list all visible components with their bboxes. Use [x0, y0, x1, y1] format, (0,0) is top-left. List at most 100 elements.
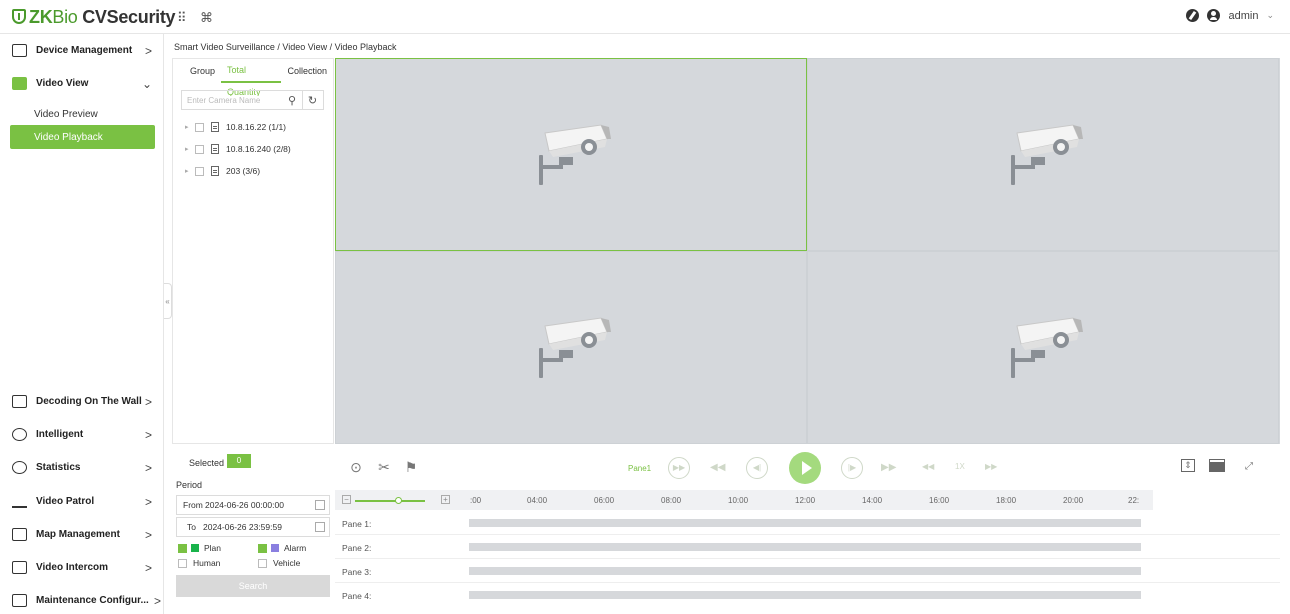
chevron-right-icon: >: [144, 394, 152, 409]
timeline-header: − + :00 04:00 06:00 08:00 10:00 12:00 14…: [335, 490, 1153, 510]
user-area: admin ⌄: [1186, 9, 1274, 22]
search-button[interactable]: Search: [176, 575, 330, 597]
chevron-right-icon: >: [144, 460, 152, 475]
selected-label: Selected: [189, 458, 225, 468]
user-avatar-icon[interactable]: [1207, 9, 1221, 22]
apps-grid-icon[interactable]: ⠿: [177, 10, 187, 26]
video-pane-1[interactable]: [335, 58, 807, 251]
calendar-icon[interactable]: [315, 500, 325, 510]
human-checkbox[interactable]: [178, 558, 187, 568]
caret-right-icon[interactable]: ▸: [185, 123, 195, 131]
tab-group[interactable]: Group: [184, 59, 221, 83]
tree-item[interactable]: ▸ 10.8.16.22 (1/1): [185, 120, 286, 134]
tree-checkbox[interactable]: [195, 166, 204, 176]
timeline-track[interactable]: [469, 519, 1141, 527]
slow-play-icon[interactable]: ▶▶: [668, 457, 690, 479]
calendar-icon[interactable]: [315, 522, 325, 532]
video-pane-4[interactable]: [807, 251, 1279, 444]
video-pane-3[interactable]: [335, 251, 807, 444]
speed-label: 1X: [955, 462, 965, 471]
fit-screen-icon[interactable]: ⇕: [1181, 459, 1195, 472]
plan-checkbox[interactable]: [178, 543, 187, 553]
fast-forward-icon[interactable]: ▶▶: [881, 462, 896, 473]
legend-plan[interactable]: Plan: [178, 542, 221, 554]
sidebar-item-video-view[interactable]: Video View ⌄: [0, 67, 164, 100]
clip-icon[interactable]: ✂: [376, 459, 392, 475]
to-date-field[interactable]: To 2024-06-26 23:59:59: [176, 517, 330, 537]
time-tick: 14:00: [862, 496, 883, 505]
search-icon[interactable]: ⚲: [282, 91, 302, 109]
tree-checkbox[interactable]: [195, 144, 204, 154]
compass-icon[interactable]: [1186, 9, 1200, 22]
chevron-right-icon: >: [144, 494, 152, 509]
refresh-icon[interactable]: ↻: [302, 91, 322, 109]
timeline-row[interactable]: Pane 2:: [335, 536, 1280, 559]
timeline-row[interactable]: Pane 1:: [335, 512, 1280, 535]
step-forward-icon[interactable]: |▶: [841, 457, 863, 479]
fullscreen-icon[interactable]: ⤢: [1241, 459, 1257, 475]
tab-total-quantity[interactable]: Total Quantity: [221, 59, 282, 97]
timeline-track[interactable]: [469, 591, 1141, 599]
device-icon: [211, 166, 219, 176]
sidebar-item-device-management[interactable]: Device Management >: [0, 34, 164, 67]
sidebar-item-intelligent[interactable]: Intelligent >: [0, 418, 164, 451]
zoom-slider-handle[interactable]: [395, 497, 402, 504]
sidebar-item-video-patrol[interactable]: Video Patrol >: [0, 485, 164, 518]
alarm-swatch: [271, 544, 279, 552]
camera-search-box: ⚲ ↻: [181, 90, 324, 110]
sidebar-item-decoding-on-the-wall[interactable]: Decoding On The Wall >: [0, 385, 164, 418]
sidebar-subitem-video-playback[interactable]: Video Playback: [10, 125, 155, 149]
sidebar-item-video-intercom[interactable]: Video Intercom >: [0, 551, 164, 584]
chevron-right-icon: >: [144, 43, 152, 58]
sidebar-item-maintenance-configuration[interactable]: Maintenance Configur... >: [0, 584, 164, 614]
user-name[interactable]: admin: [1228, 10, 1258, 22]
zoom-slider[interactable]: [355, 500, 425, 502]
window-layout-icon[interactable]: [1209, 459, 1225, 472]
chevron-down-icon[interactable]: ⌄: [1266, 10, 1274, 21]
command-icon[interactable]: ⌘: [200, 10, 213, 26]
zoom-in-icon[interactable]: +: [441, 495, 450, 504]
timeline-row[interactable]: Pane 4:: [335, 584, 1280, 607]
timeline-track[interactable]: [469, 567, 1141, 575]
vehicle-checkbox[interactable]: [258, 558, 267, 568]
timeline-row[interactable]: Pane 3:: [335, 560, 1280, 583]
sidebar-collapse-handle[interactable]: «: [164, 283, 172, 319]
tree-item[interactable]: ▸ 203 (3/6): [185, 164, 260, 178]
rewind-icon[interactable]: ◀◀: [710, 462, 725, 473]
video-pane-2[interactable]: [807, 58, 1279, 251]
slow-down-icon[interactable]: ◀◀: [922, 462, 934, 471]
legend-alarm[interactable]: Alarm: [258, 542, 306, 554]
legend-vehicle[interactable]: Vehicle: [258, 557, 300, 569]
tree-item[interactable]: ▸ 10.8.16.240 (2/8): [185, 142, 291, 156]
plan-swatch: [191, 544, 199, 552]
alarm-checkbox[interactable]: [258, 543, 267, 553]
caret-right-icon[interactable]: ▸: [185, 167, 195, 175]
chevron-right-icon: >: [144, 527, 152, 542]
sidebar-item-statistics[interactable]: Statistics >: [0, 451, 164, 484]
app-logo[interactable]: ZKBio CVSecurity: [12, 7, 176, 28]
time-tick: :00: [470, 496, 482, 505]
zoom-out-icon[interactable]: −: [342, 495, 351, 504]
caret-right-icon[interactable]: ▸: [185, 145, 195, 153]
time-tick: 10:00: [728, 496, 749, 505]
tree-checkbox[interactable]: [195, 122, 204, 132]
legend-human[interactable]: Human: [178, 557, 220, 569]
maintenance-icon: [12, 594, 27, 607]
intercom-icon: [12, 561, 27, 574]
play-button[interactable]: [789, 452, 821, 484]
step-back-icon[interactable]: ◀|: [746, 457, 768, 479]
sidebar-item-map-management[interactable]: Map Management >: [0, 518, 164, 551]
from-date-field[interactable]: From 2024-06-26 00:00:00: [176, 495, 330, 515]
brain-icon: [12, 428, 27, 441]
chevron-right-icon: >: [144, 560, 152, 575]
camera-placeholder-icon: [539, 316, 611, 378]
timeline-track[interactable]: [469, 543, 1141, 551]
sidebar-subitem-video-preview[interactable]: Video Preview: [0, 102, 164, 126]
play-circle-icon[interactable]: ⊙: [348, 459, 364, 475]
tab-collection[interactable]: Collection: [281, 59, 333, 83]
camera-search-input[interactable]: [187, 95, 282, 105]
tag-icon[interactable]: ⚑: [403, 459, 419, 475]
speed-up-icon[interactable]: ▶▶: [985, 462, 997, 471]
time-tick: 12:00: [795, 496, 816, 505]
video-icon: [12, 77, 27, 90]
